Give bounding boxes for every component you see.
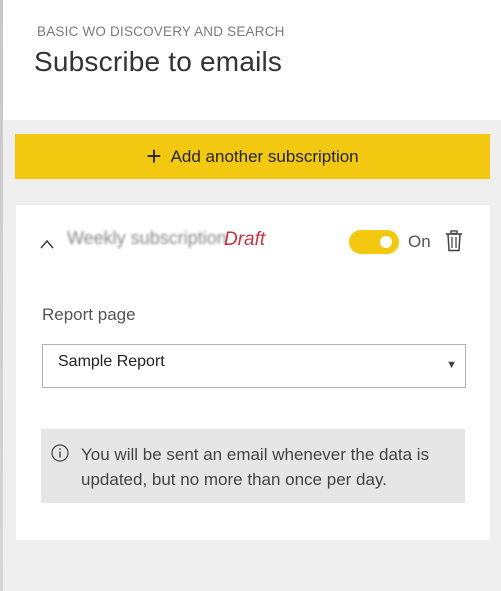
trash-icon[interactable]	[445, 230, 463, 252]
subscription-name[interactable]: Weekly subscription	[67, 228, 227, 249]
info-icon	[51, 444, 69, 462]
report-page-selected-value: Sample Report	[58, 353, 165, 370]
plus-icon: +	[146, 140, 162, 171]
subscription-toggle[interactable]	[349, 230, 399, 254]
draft-status-tag: Draft	[224, 229, 266, 250]
report-page-label: Report page	[42, 305, 136, 324]
panel-title: Subscribe to emails	[34, 46, 283, 77]
caret-down-icon: ▼	[446, 359, 457, 371]
report-page-select[interactable]: Sample Report ▼	[42, 344, 466, 388]
toggle-state-label: On	[408, 232, 431, 251]
panel-subtitle: BASIC WO DISCOVERY AND SEARCH	[37, 24, 285, 39]
info-message-box: You will be sent an email whenever the d…	[41, 429, 465, 503]
add-subscription-button[interactable]: + Add another subscription	[15, 134, 490, 179]
add-subscription-label: Add another subscription	[170, 146, 359, 166]
toggle-knob	[380, 236, 392, 248]
info-message-text: You will be sent an email whenever the d…	[81, 445, 430, 489]
chevron-up-icon[interactable]	[39, 238, 55, 250]
